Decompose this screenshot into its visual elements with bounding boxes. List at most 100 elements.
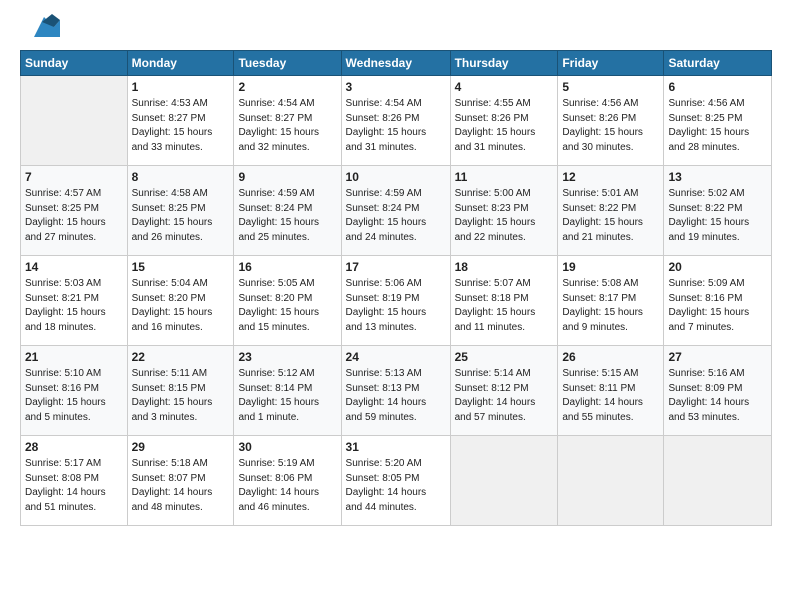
calendar-week-2: 7Sunrise: 4:57 AMSunset: 8:25 PMDaylight… [21,166,772,256]
day-info-line: and 5 minutes. [25,411,123,426]
day-info-line: and 31 minutes. [455,141,554,156]
day-info-line: Sunrise: 5:12 AM [238,367,336,382]
day-info-line: and 26 minutes. [132,231,230,246]
day-info-line: Daylight: 15 hours [25,306,123,321]
calendar-cell: 15Sunrise: 5:04 AMSunset: 8:20 PMDayligh… [127,256,234,346]
day-number: 31 [346,439,446,456]
calendar-cell: 27Sunrise: 5:16 AMSunset: 8:09 PMDayligh… [664,346,772,436]
day-info-line: Daylight: 15 hours [562,306,659,321]
day-info-line: Sunrise: 4:55 AM [455,97,554,112]
day-info-line: Sunset: 8:19 PM [346,292,446,307]
day-info-line: and 16 minutes. [132,321,230,336]
day-info-line: Sunrise: 5:09 AM [668,277,767,292]
day-info-line: Sunrise: 4:58 AM [132,187,230,202]
weekday-header-tuesday: Tuesday [234,51,341,76]
day-info-line: and 30 minutes. [562,141,659,156]
calendar-cell: 13Sunrise: 5:02 AMSunset: 8:22 PMDayligh… [664,166,772,256]
day-info-line: and 7 minutes. [668,321,767,336]
logo [20,16,60,42]
day-info-line: Sunrise: 4:53 AM [132,97,230,112]
day-info-line: Sunset: 8:07 PM [132,472,230,487]
day-info-line: Sunset: 8:17 PM [562,292,659,307]
day-number: 17 [346,259,446,276]
day-info-line: Sunrise: 5:06 AM [346,277,446,292]
day-number: 22 [132,349,230,366]
day-number: 18 [455,259,554,276]
day-info-line: Sunrise: 5:11 AM [132,367,230,382]
day-number: 15 [132,259,230,276]
day-info-line: and 44 minutes. [346,501,446,516]
calendar-cell: 10Sunrise: 4:59 AMSunset: 8:24 PMDayligh… [341,166,450,256]
calendar-cell: 30Sunrise: 5:19 AMSunset: 8:06 PMDayligh… [234,436,341,526]
day-number: 4 [455,79,554,96]
day-number: 29 [132,439,230,456]
day-info-line: Sunset: 8:16 PM [25,382,123,397]
day-info-line: and 27 minutes. [25,231,123,246]
day-info-line: Daylight: 15 hours [238,396,336,411]
day-info-line: Sunrise: 4:54 AM [238,97,336,112]
header [20,16,772,42]
calendar-cell: 7Sunrise: 4:57 AMSunset: 8:25 PMDaylight… [21,166,128,256]
day-info-line: Sunset: 8:18 PM [455,292,554,307]
calendar-cell [664,436,772,526]
day-info-line: Sunrise: 5:17 AM [25,457,123,472]
day-info-line: and 9 minutes. [562,321,659,336]
day-number: 30 [238,439,336,456]
calendar-cell: 31Sunrise: 5:20 AMSunset: 8:05 PMDayligh… [341,436,450,526]
day-info-line: and 48 minutes. [132,501,230,516]
weekday-header-row: SundayMondayTuesdayWednesdayThursdayFrid… [21,51,772,76]
day-info-line: Sunset: 8:16 PM [668,292,767,307]
day-info-line: and 32 minutes. [238,141,336,156]
day-info-line: Sunrise: 4:59 AM [346,187,446,202]
day-info-line: and 28 minutes. [668,141,767,156]
day-info-line: and 33 minutes. [132,141,230,156]
day-info-line: Sunset: 8:20 PM [238,292,336,307]
day-info-line: Sunset: 8:12 PM [455,382,554,397]
day-info-line: Daylight: 15 hours [668,306,767,321]
day-info-line: and 25 minutes. [238,231,336,246]
calendar-cell: 8Sunrise: 4:58 AMSunset: 8:25 PMDaylight… [127,166,234,256]
day-info-line: Daylight: 15 hours [132,396,230,411]
day-info-line: Sunset: 8:22 PM [562,202,659,217]
day-info-line: and 21 minutes. [562,231,659,246]
calendar-table: SundayMondayTuesdayWednesdayThursdayFrid… [20,50,772,526]
day-info-line: Daylight: 15 hours [668,216,767,231]
day-info-line: and 59 minutes. [346,411,446,426]
day-info-line: Daylight: 15 hours [346,306,446,321]
day-info-line: Sunset: 8:06 PM [238,472,336,487]
day-info-line: Sunset: 8:27 PM [238,112,336,127]
calendar-cell: 9Sunrise: 4:59 AMSunset: 8:24 PMDaylight… [234,166,341,256]
calendar-cell: 25Sunrise: 5:14 AMSunset: 8:12 PMDayligh… [450,346,558,436]
day-info-line: Daylight: 15 hours [346,126,446,141]
day-number: 20 [668,259,767,276]
day-number: 25 [455,349,554,366]
day-info-line: Sunset: 8:27 PM [132,112,230,127]
day-info-line: and 55 minutes. [562,411,659,426]
day-info-line: Sunrise: 5:08 AM [562,277,659,292]
day-number: 10 [346,169,446,186]
day-info-line: and 53 minutes. [668,411,767,426]
day-info-line: Daylight: 15 hours [132,126,230,141]
day-number: 16 [238,259,336,276]
day-info-line: Sunset: 8:25 PM [132,202,230,217]
day-info-line: Daylight: 15 hours [668,126,767,141]
day-info-line: Sunrise: 4:56 AM [668,97,767,112]
day-number: 24 [346,349,446,366]
day-info-line: Sunrise: 5:07 AM [455,277,554,292]
day-info-line: and 24 minutes. [346,231,446,246]
day-info-line: Sunset: 8:25 PM [25,202,123,217]
day-info-line: Daylight: 15 hours [238,306,336,321]
day-info-line: and 15 minutes. [238,321,336,336]
day-info-line: Sunrise: 5:02 AM [668,187,767,202]
day-number: 2 [238,79,336,96]
weekday-header-monday: Monday [127,51,234,76]
day-number: 19 [562,259,659,276]
calendar-cell: 6Sunrise: 4:56 AMSunset: 8:25 PMDaylight… [664,76,772,166]
page: SundayMondayTuesdayWednesdayThursdayFrid… [0,0,792,612]
calendar-cell: 12Sunrise: 5:01 AMSunset: 8:22 PMDayligh… [558,166,664,256]
day-info-line: Sunset: 8:26 PM [562,112,659,127]
day-info-line: and 19 minutes. [668,231,767,246]
day-info-line: Sunset: 8:08 PM [25,472,123,487]
calendar-cell: 2Sunrise: 4:54 AMSunset: 8:27 PMDaylight… [234,76,341,166]
day-number: 23 [238,349,336,366]
